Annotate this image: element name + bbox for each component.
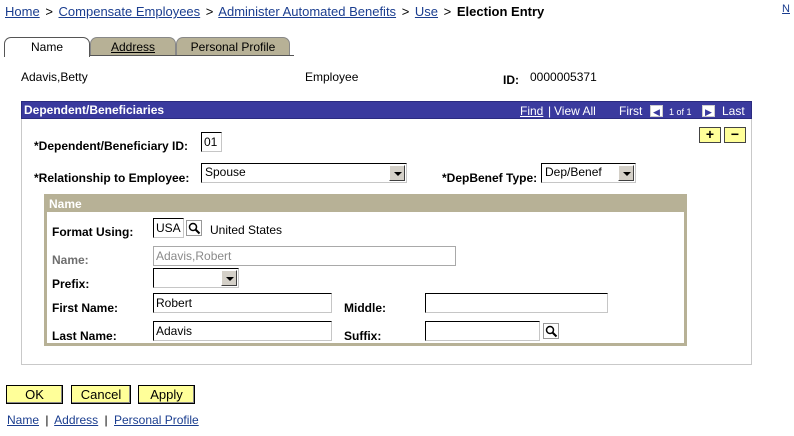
bottom-link-personal-profile[interactable]: Personal Profile [114, 413, 199, 427]
last-link[interactable]: Last [722, 104, 745, 118]
delete-row-button[interactable]: − [724, 127, 746, 143]
breadcrumb-separator: > [205, 4, 214, 19]
breadcrumb-separator: > [45, 4, 53, 19]
find-link-label[interactable]: Find [520, 104, 543, 118]
ok-button[interactable]: OK [6, 385, 63, 404]
magnifier-icon [545, 325, 558, 338]
add-row-button[interactable]: + [699, 127, 721, 143]
breadcrumb-compensate-employees-link[interactable]: Compensate Employees [59, 4, 201, 19]
first-name-label: First Name: [52, 301, 119, 315]
apply-button[interactable]: Apply [138, 385, 195, 404]
middle-name-label: Middle: [344, 301, 386, 315]
suffix-label: Suffix: [344, 329, 382, 343]
name-label: Name: [52, 253, 89, 267]
tab-address-label: Address [110, 40, 156, 54]
breadcrumb-home-link[interactable]: Home [5, 4, 40, 19]
dependent-id-input[interactable]: 01 [201, 132, 222, 152]
scroll-area-divider: | [548, 104, 552, 118]
relationship-label: *Relationship to Employee: [34, 171, 190, 185]
relationship-value: Spouse [205, 165, 246, 179]
tab-name[interactable]: Name [4, 37, 90, 57]
breadcrumb-administer-benefits-link[interactable]: Administer Automated Benefits [218, 4, 396, 19]
format-using-description: United States [210, 223, 283, 237]
chevron-down-icon [221, 270, 237, 286]
bottom-page-links: Name | Address | Personal Profile [7, 413, 199, 427]
employee-type: Employee [305, 70, 359, 84]
tab-name-label: Name [30, 40, 63, 54]
name-display-field: Adavis,Robert [153, 246, 456, 266]
left-arrow-icon: ◀ [650, 105, 663, 117]
name-group-title: Name [47, 197, 684, 212]
bottom-link-address[interactable]: Address [54, 413, 98, 427]
depbenef-type-value: Dep/Benef [545, 165, 602, 179]
magnifier-icon [188, 222, 201, 235]
tab-personal-profile[interactable]: Personal Profile [176, 37, 290, 56]
format-using-label: Format Using: [52, 225, 134, 239]
find-link: Find [520, 104, 543, 118]
suffix-input[interactable] [425, 321, 540, 341]
last-name-input[interactable]: Adavis [153, 321, 332, 341]
new-window-link[interactable]: N [782, 3, 790, 15]
id-label: ID: [503, 73, 519, 87]
scroll-area-header: Dependent/Beneficiaries Find | View All … [21, 101, 752, 119]
depbenef-type-select[interactable]: Dep/Benef [541, 163, 636, 183]
bottom-link-name[interactable]: Name [7, 413, 39, 427]
relationship-select[interactable]: Spouse [201, 163, 407, 183]
page-tabs: Name Address Personal Profile [4, 37, 294, 57]
last-name-label: Last Name: [52, 329, 117, 343]
breadcrumb-current-page: Election Entry [456, 4, 545, 19]
bottom-link-separator: | [104, 413, 108, 427]
name-group-box: Name [44, 194, 687, 346]
depbenef-type-label: *DepBenef Type: [442, 171, 538, 185]
id-value: 0000005371 [530, 70, 597, 84]
dependent-id-label: *Dependent/Beneficiary ID: [34, 139, 189, 153]
breadcrumb-separator: > [401, 4, 410, 19]
tab-personal-profile-label: Personal Profile [190, 40, 276, 54]
row-counter: 1 of 1 [669, 107, 692, 117]
chevron-down-icon [618, 165, 634, 181]
bottom-link-separator: | [45, 413, 49, 427]
employee-name: Adavis,Betty [21, 70, 88, 84]
right-arrow-icon: ▶ [702, 105, 715, 117]
format-using-lookup-button[interactable] [186, 220, 202, 236]
view-all-link[interactable]: View All [554, 104, 596, 118]
breadcrumb: Home > Compensate Employees > Administer… [5, 4, 544, 19]
breadcrumb-use-link[interactable]: Use [415, 4, 438, 19]
cancel-button[interactable]: Cancel [71, 385, 131, 404]
breadcrumb-separator: > [443, 4, 452, 19]
first-link[interactable]: First [619, 104, 642, 118]
next-button[interactable]: ▶ [702, 103, 715, 117]
first-name-input[interactable]: Robert [153, 293, 332, 313]
previous-button[interactable]: ◀ [650, 103, 663, 117]
suffix-lookup-button[interactable] [543, 323, 559, 339]
prefix-label: Prefix: [52, 277, 90, 291]
prefix-select[interactable] [153, 268, 239, 288]
tab-address[interactable]: Address [90, 37, 176, 56]
middle-name-input[interactable] [425, 293, 608, 313]
format-using-input[interactable]: USA [153, 218, 184, 238]
scroll-area-title: Dependent/Beneficiaries [24, 103, 165, 117]
chevron-down-icon [389, 165, 405, 181]
